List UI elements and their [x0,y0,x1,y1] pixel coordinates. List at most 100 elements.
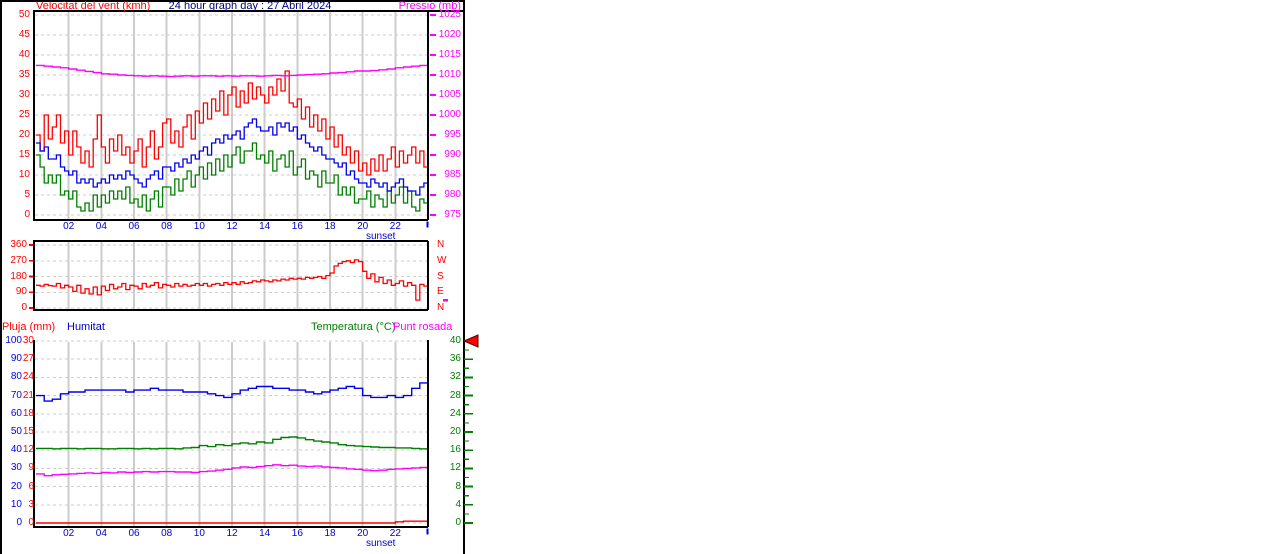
max-value-arrow-icon [462,334,479,348]
hour-tick-label: 12 [226,221,238,232]
humidity-axis-tick: 10 [10,498,22,510]
wind-axis-tick: 5 [24,189,30,200]
wind-axis-tick: 35 [18,69,30,80]
sunset-label-bottom: sunset [366,538,396,549]
temperature-axis-tick: 28 [449,389,461,401]
rain-legend: Pluja (mm) [2,321,56,333]
compass-label: W [437,254,447,266]
rain-axis-tick: 27 [22,353,34,365]
wind-axis-tick: 20 [18,129,30,140]
temperature-axis-tick: 0 [455,517,461,528]
pressure-axis-tick: 995 [444,129,461,140]
graph-date-title: 24 hour graph day : 27 Abril 2024 [168,0,332,12]
hour-tick-label: 02 [63,528,75,539]
hour-tick-label: 18 [324,528,336,539]
direction-chart-grid [35,242,427,309]
hour-tick-label: 08 [161,528,173,539]
temperature-axis-tick: 12 [449,462,461,474]
hour-tick-label: 14 [259,528,271,539]
temperature-axis-tick: 4 [455,498,461,510]
direction-axis-tick: 180 [10,270,27,282]
temperature-axis-tick: 40 [449,335,461,346]
wind-axis-tick: 15 [18,149,30,160]
wind-axis-tick: 0 [24,209,30,220]
direction-axis-tick: 360 [10,239,27,250]
hour-tick-label: 20 [357,221,369,232]
rain-axis-tick: 15 [22,426,34,437]
wind-axis-tick: 25 [18,109,30,120]
hour-tick-label: 04 [95,528,107,539]
pressure-axis-tick: 975 [444,209,461,220]
hour-tick-label: 10 [193,221,205,232]
temperature-axis-tick: 8 [455,480,461,492]
pressure-axis-tick: 1000 [438,109,461,120]
hour-tick-label: 06 [128,221,140,232]
rain-axis-tick: 18 [22,407,34,419]
hour-tick-label: 20 [357,528,369,539]
pressure-axis-tick: 1015 [438,49,461,60]
rain-axis-tick: 6 [28,480,34,492]
compass-label: N [437,302,445,313]
rain-axis-tick: 3 [28,498,34,510]
rain-axis-tick: 21 [22,389,34,401]
hour-tick-label: 18 [324,221,336,232]
hour-tick-label: 22 [389,221,401,232]
wind-axis-tick: 30 [18,89,30,100]
temperature-axis-tick: 20 [449,426,461,437]
humidity-axis-tick: 20 [10,480,22,492]
hour-tick-label: 02 [63,221,75,232]
wind-axis-tick: 50 [18,9,30,20]
direction-axis-tick: 270 [10,254,27,266]
humidity-axis-tick: 80 [10,371,22,383]
pressure-axis-tick: 980 [444,189,461,200]
direction-chart-border [29,240,448,311]
compass-label: N [437,239,445,250]
wind-axis-tick: 40 [18,49,30,60]
hour-tick-label: 08 [161,221,173,232]
humidity-axis-tick: 0 [16,517,22,528]
dew-point-legend: Punt rosada [393,321,453,333]
temperature-axis-tick: 32 [449,371,461,383]
hour-tick-label: 06 [128,528,140,539]
rain-axis-tick: 30 [22,335,34,346]
pressure-axis-tick: 990 [444,149,461,160]
compass-label: E [437,286,444,298]
pressure-axis-tick: 1025 [438,9,461,20]
pressure-axis-tick: 1005 [438,89,461,100]
rain-axis-tick: 12 [22,444,34,456]
humidity-axis-tick: 70 [10,389,22,401]
rain-axis-tick: 24 [22,371,34,383]
wind-axis-tick: 45 [18,29,30,40]
charts-canvas [0,0,479,554]
humidity-axis-tick: 90 [10,353,22,365]
weather-graph-window: Velocitat del vent (kmh) 24 hour graph d… [0,0,1280,554]
compass-label: S [437,270,444,282]
pressure-axis-tick: 1010 [438,69,461,80]
hour-tick-label: 12 [226,528,238,539]
temperature-axis-tick: 24 [449,407,461,419]
hour-tick-label: 16 [291,221,303,232]
sunset-label-top: sunset [366,231,396,242]
rain-axis-tick: 9 [28,462,34,474]
temp-chart-border [33,340,473,535]
humidity-axis-tick: 100 [5,335,22,346]
hour-tick-label: 10 [193,528,205,539]
hour-tick-label: 04 [95,221,107,232]
humidity-axis-tick: 40 [10,444,22,456]
pressure-axis-tick: 1020 [438,29,461,40]
temp-chart-grid [35,340,427,526]
humidity-axis-tick: 30 [10,462,22,474]
wind-axis-tick: 10 [18,169,30,180]
humidity-axis-tick: 60 [10,407,22,419]
wind-chart-grid [35,12,427,219]
hour-tick-label: 14 [259,221,271,232]
pressure-axis-tick: 985 [444,169,461,180]
hour-tick-label: 22 [389,528,401,539]
temperature-axis-tick: 36 [449,353,461,365]
hour-tick-label: 16 [291,528,303,539]
direction-axis-tick: 0 [21,302,27,313]
direction-axis-tick: 90 [15,286,27,298]
rain-axis-tick: 0 [28,517,34,528]
temperature-axis-tick: 16 [449,444,461,456]
temperature-legend: Temperatura (°C) [311,321,396,333]
